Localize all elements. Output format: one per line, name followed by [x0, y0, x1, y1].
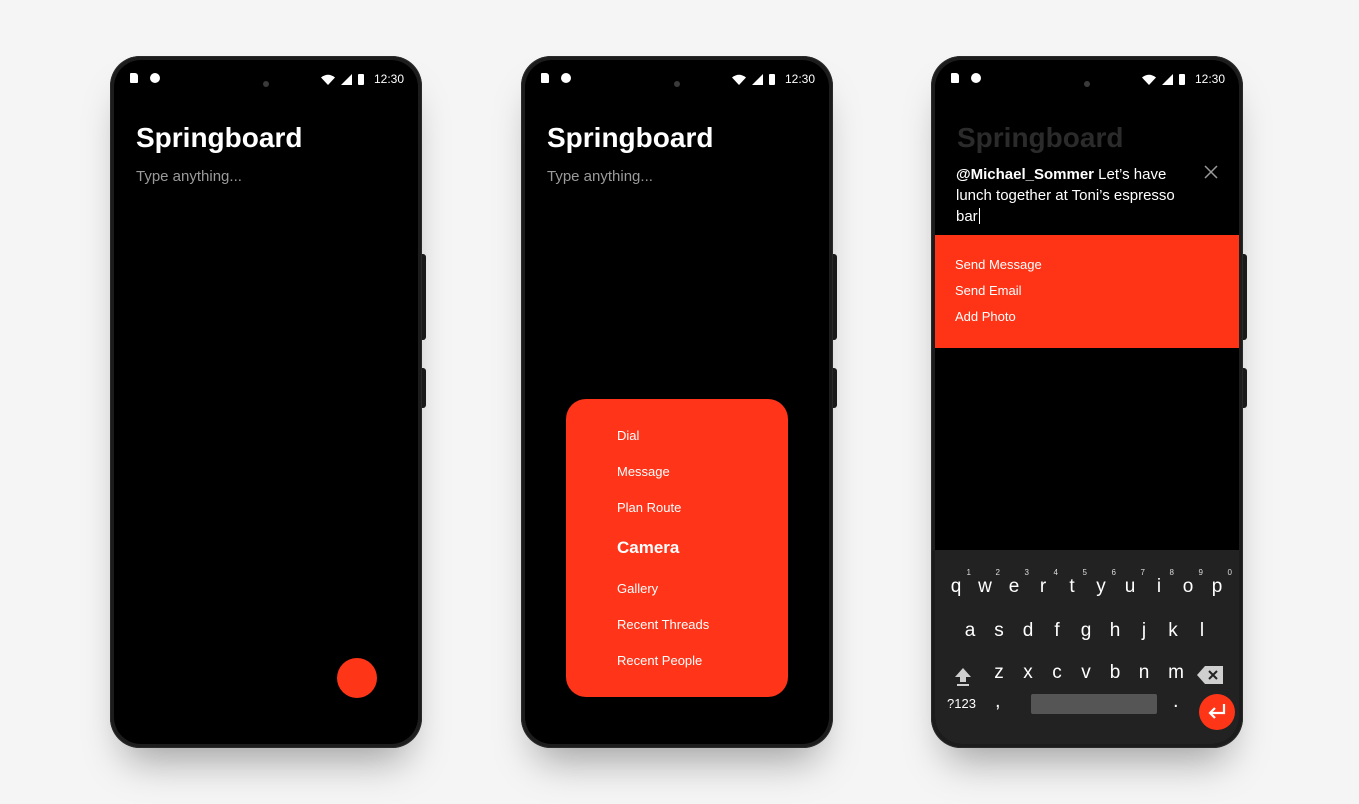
fab-button[interactable]: [337, 658, 377, 698]
app-title: Springboard: [957, 122, 1124, 153]
volume-button: [422, 368, 426, 408]
key[interactable]: n: [1133, 662, 1155, 684]
menu-item-recent-people[interactable]: Recent People: [617, 653, 702, 668]
key[interactable]: u7: [1119, 568, 1145, 598]
key[interactable]: t5: [1061, 568, 1087, 598]
wifi-icon: [731, 74, 746, 85]
notification-dot-icon: [150, 73, 160, 83]
key[interactable]: r4: [1032, 568, 1058, 598]
key[interactable]: d: [1017, 620, 1039, 642]
sd-card-icon: [130, 73, 138, 83]
key[interactable]: b: [1104, 662, 1126, 684]
key[interactable]: e3: [1003, 568, 1029, 598]
phone-3: 12:30 Springboard @Michael_Sommer Let’s …: [931, 56, 1247, 748]
comma-key[interactable]: ,: [995, 690, 1001, 713]
signal-icon: [1161, 73, 1173, 85]
key[interactable]: x: [1017, 662, 1039, 684]
enter-icon: [1208, 704, 1226, 719]
menu-item-gallery[interactable]: Gallery: [617, 581, 658, 596]
phone-2: 12:30 Springboard Type anything... Dial …: [521, 56, 837, 748]
key[interactable]: j: [1133, 620, 1155, 642]
status-time: 12:30: [784, 72, 815, 86]
power-button: [1243, 254, 1247, 340]
close-icon[interactable]: [1203, 164, 1219, 180]
key[interactable]: v: [1075, 662, 1097, 684]
mention-tag: @Michael_Sommer: [956, 166, 1095, 183]
sd-card-icon: [541, 73, 549, 83]
compose-input[interactable]: @Michael_Sommer Let’s have lunch togethe…: [956, 164, 1192, 227]
key[interactable]: l: [1191, 620, 1213, 642]
notification-dot-icon: [561, 73, 571, 83]
spacebar-key[interactable]: [1031, 694, 1157, 714]
key[interactable]: k: [1162, 620, 1184, 642]
status-time: 12:30: [373, 72, 404, 86]
phone-3-screen: 12:30 Springboard @Michael_Sommer Let’s …: [935, 60, 1239, 744]
status-bar: 12:30: [951, 70, 1225, 88]
enter-key[interactable]: [1199, 694, 1235, 730]
power-button: [422, 254, 426, 340]
action-send-email[interactable]: Send Email: [955, 283, 1021, 298]
suggested-actions: Send Message Send Email Add Photo: [935, 235, 1239, 348]
volume-button: [1243, 368, 1247, 408]
app-title: Springboard: [136, 122, 303, 153]
menu-item-recent-threads[interactable]: Recent Threads: [617, 617, 709, 632]
wifi-icon: [1141, 74, 1156, 85]
keyboard-row-2: a s d f g h j k l: [935, 620, 1239, 650]
key[interactable]: g: [1075, 620, 1097, 642]
status-bar: 12:30: [541, 70, 815, 88]
status-time: 12:30: [1194, 72, 1225, 86]
period-key[interactable]: .: [1173, 690, 1179, 713]
menu-item-dial[interactable]: Dial: [617, 428, 639, 443]
battery-icon: [768, 73, 775, 85]
key[interactable]: a: [959, 620, 981, 642]
battery-icon: [1178, 73, 1185, 85]
key[interactable]: s: [988, 620, 1010, 642]
quick-actions-menu: Dial Message Plan Route Camera Gallery R…: [566, 399, 788, 697]
phone-1-screen: 12:30 Springboard Type anything...: [114, 60, 418, 744]
key[interactable]: o9: [1177, 568, 1203, 598]
key[interactable]: q1: [945, 568, 971, 598]
menu-item-plan-route[interactable]: Plan Route: [617, 500, 681, 515]
app-title: Springboard: [547, 122, 714, 153]
action-send-message[interactable]: Send Message: [955, 257, 1042, 272]
status-bar: 12:30: [130, 70, 404, 88]
search-input[interactable]: Type anything...: [136, 168, 242, 185]
wifi-icon: [320, 74, 335, 85]
key[interactable]: z: [988, 662, 1010, 684]
key[interactable]: h: [1104, 620, 1126, 642]
key[interactable]: i8: [1148, 568, 1174, 598]
notification-dot-icon: [971, 73, 981, 83]
volume-button: [833, 368, 837, 408]
backspace-icon[interactable]: [1197, 666, 1223, 684]
keyboard-row-3: z x c v b n m: [935, 662, 1239, 692]
key[interactable]: f: [1046, 620, 1068, 642]
key[interactable]: y6: [1090, 568, 1116, 598]
signal-icon: [340, 73, 352, 85]
shift-icon[interactable]: [953, 666, 973, 686]
key[interactable]: p0: [1206, 568, 1232, 598]
text-caret: [978, 208, 980, 224]
action-add-photo[interactable]: Add Photo: [955, 309, 1016, 324]
key[interactable]: w2: [974, 568, 1000, 598]
signal-icon: [751, 73, 763, 85]
power-button: [833, 254, 837, 340]
phone-1: 12:30 Springboard Type anything...: [110, 56, 426, 748]
key[interactable]: m: [1165, 662, 1187, 684]
soft-keyboard: q1 w2 e3 r4 t5 y6 u7 i8 o9 p0 a s d f g …: [935, 550, 1239, 744]
search-input[interactable]: Type anything...: [547, 168, 653, 185]
menu-item-camera[interactable]: Camera: [617, 538, 679, 558]
keyboard-row-1: q1 w2 e3 r4 t5 y6 u7 i8 o9 p0: [935, 568, 1239, 606]
menu-item-message[interactable]: Message: [617, 464, 670, 479]
battery-icon: [357, 73, 364, 85]
sd-card-icon: [951, 73, 959, 83]
phone-2-screen: 12:30 Springboard Type anything... Dial …: [525, 60, 829, 744]
symbols-key[interactable]: ?123: [947, 696, 976, 711]
key[interactable]: c: [1046, 662, 1068, 684]
